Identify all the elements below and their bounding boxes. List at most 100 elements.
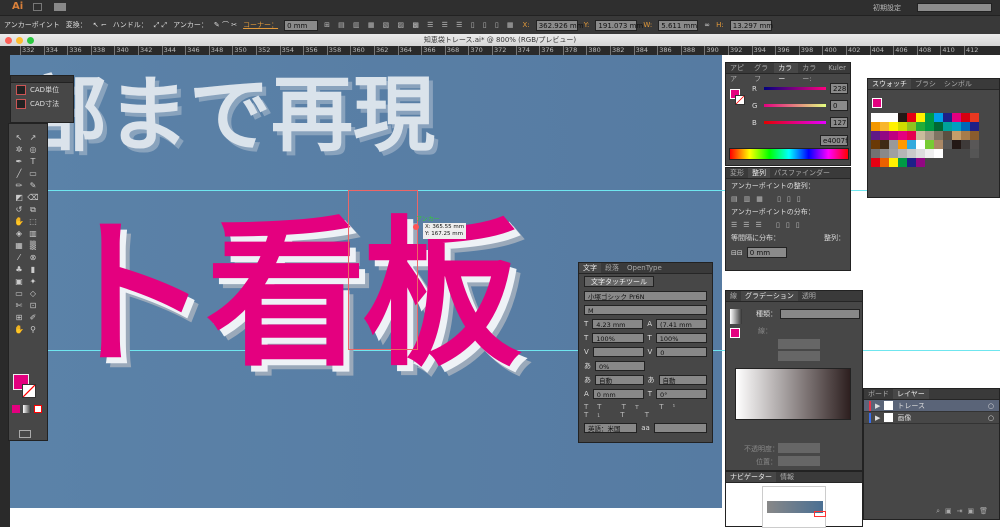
swatch[interactable]	[880, 140, 889, 149]
tool-button[interactable]: ✏	[12, 180, 26, 192]
selection-bounding-box[interactable]	[348, 190, 418, 350]
none-mode-button[interactable]	[34, 405, 42, 413]
cad-units-button[interactable]: CAD単位	[11, 83, 73, 97]
swatch[interactable]	[934, 122, 943, 131]
swatch[interactable]	[961, 140, 970, 149]
touch-type-tool-button[interactable]: 文字タッチツール	[584, 276, 654, 287]
anchor-point[interactable]	[413, 224, 419, 230]
tool-button[interactable]: T	[26, 156, 40, 168]
swatch[interactable]	[898, 113, 907, 122]
search-input[interactable]	[917, 3, 992, 12]
r-input[interactable]: 228	[830, 83, 848, 94]
convert-corner-icon[interactable]: ↖ ⌐	[93, 21, 107, 29]
tool-button[interactable]: ▮	[26, 264, 40, 276]
swatch[interactable]	[961, 131, 970, 140]
panel-tab[interactable]: 整列	[748, 168, 770, 178]
swatch[interactable]	[871, 140, 880, 149]
language-select[interactable]: 英語：米国	[584, 423, 638, 433]
panel-tab[interactable]: レイヤー	[893, 389, 929, 399]
swatch[interactable]	[961, 149, 970, 158]
x-input[interactable]: 362.926 mm	[535, 19, 584, 31]
panel-tab[interactable]: カラー	[774, 63, 799, 83]
target-icon[interactable]: ○	[988, 402, 994, 410]
swatch[interactable]	[943, 149, 952, 158]
gradient-preview[interactable]	[730, 309, 742, 324]
swatch[interactable]	[925, 149, 934, 158]
tool-button[interactable]: ▒	[26, 240, 40, 252]
anchor-icon[interactable]: ✎ ⌒ ✂	[214, 20, 237, 30]
distribute-buttons[interactable]: ☰☰☰ ▯▯▯	[726, 219, 850, 231]
swatch[interactable]	[907, 149, 916, 158]
swatch[interactable]	[907, 113, 916, 122]
swatch[interactable]	[916, 131, 925, 140]
panel-tab[interactable]: ブラシ	[911, 79, 940, 89]
swatch[interactable]	[925, 113, 934, 122]
character-rotation-input[interactable]: 0°	[656, 389, 708, 399]
swatch[interactable]	[871, 122, 880, 131]
panel-tab[interactable]: 文字	[579, 263, 601, 273]
swatch[interactable]	[952, 140, 961, 149]
swatch[interactable]	[952, 131, 961, 140]
panel-tab[interactable]: スウォッチ	[868, 79, 911, 89]
swatch[interactable]	[889, 158, 898, 167]
target-icon[interactable]: ○	[988, 414, 994, 422]
tool-button[interactable]: ▦	[12, 240, 26, 252]
g-slider[interactable]	[764, 104, 826, 107]
position-input[interactable]	[778, 456, 820, 466]
swatch[interactable]	[880, 158, 889, 167]
corner-label[interactable]: コーナー：	[243, 20, 278, 30]
bridge-icon[interactable]	[33, 3, 42, 11]
tool-button[interactable]: ▣	[12, 276, 26, 288]
stroke-swatch[interactable]	[735, 95, 745, 105]
tool-button[interactable]: ▥	[26, 228, 40, 240]
tool-button[interactable]: ✋	[12, 216, 26, 228]
panel-tab[interactable]: ナビゲーター	[726, 472, 776, 482]
tool-button[interactable]: ✒	[12, 156, 26, 168]
swatch[interactable]	[880, 113, 889, 122]
swatch[interactable]	[943, 140, 952, 149]
panel-tab[interactable]: グラフ	[750, 63, 774, 83]
r-slider[interactable]	[764, 87, 826, 90]
layer-name[interactable]: 画像	[897, 413, 984, 423]
horizontal-scale-input[interactable]: 100%	[655, 333, 707, 343]
panel-tab[interactable]: 変形	[726, 168, 748, 178]
panel-tab[interactable]: 段落	[601, 263, 623, 273]
tool-button[interactable]: ⊞	[12, 312, 26, 324]
minimize-window-button[interactable]	[16, 37, 23, 44]
font-size-input[interactable]: 4.23 mm	[592, 319, 644, 329]
link-icon[interactable]: ∞	[704, 21, 710, 29]
swatch[interactable]	[943, 122, 952, 131]
distribute-spacing-icon[interactable]: ⊟⊟	[731, 249, 743, 257]
tsume-input[interactable]: 0%	[595, 361, 645, 371]
tool-button[interactable]: ⊗	[26, 252, 40, 264]
swatch[interactable]	[889, 149, 898, 158]
fill-swatch[interactable]	[872, 98, 882, 108]
swatch[interactable]	[871, 113, 880, 122]
swatch[interactable]	[925, 140, 934, 149]
anti-alias-select[interactable]	[653, 423, 707, 433]
swatch[interactable]	[898, 122, 907, 131]
y-input[interactable]: 191.073 mm	[595, 19, 643, 31]
spacing-input[interactable]: 0 mm	[746, 247, 787, 258]
swatch[interactable]	[880, 131, 889, 140]
panel-tab[interactable]: Kuler	[824, 63, 850, 73]
workspace-switcher[interactable]: 初期設定	[873, 3, 901, 13]
color-mode-button[interactable]	[12, 405, 20, 413]
tool-button[interactable]: ✦	[26, 276, 40, 288]
w-input[interactable]: 5.611 mm	[658, 19, 699, 31]
vertical-scale-input[interactable]: 100%	[592, 333, 644, 343]
panel-tab[interactable]: カラー:	[798, 63, 824, 83]
align-buttons[interactable]: ▤▥▦ ▯▯▯	[726, 193, 850, 205]
swatch[interactable]	[952, 122, 961, 131]
swatch[interactable]	[898, 131, 907, 140]
tracking-input[interactable]: 0	[656, 347, 707, 357]
close-window-button[interactable]	[5, 37, 12, 44]
baseline-shift-input[interactable]: 0 mm	[592, 389, 644, 399]
color-spectrum[interactable]	[729, 148, 849, 160]
panel-tab[interactable]: パスファインダー	[770, 168, 834, 178]
swatch[interactable]	[898, 140, 907, 149]
layer-name[interactable]: トレース	[897, 401, 984, 411]
opacity-input[interactable]	[778, 443, 820, 453]
swatch[interactable]	[907, 158, 916, 167]
swatch[interactable]	[889, 122, 898, 131]
